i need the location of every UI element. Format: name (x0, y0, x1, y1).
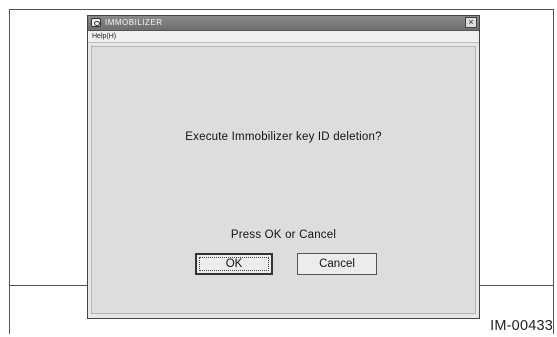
dialog-body: Execute Immobilizer key ID deletion? Pre… (91, 46, 476, 314)
document-frame-top (9, 9, 553, 10)
immobilizer-window: IMMOBILIZER × Help(H) Execute Immobilize… (87, 15, 480, 319)
cancel-button[interactable]: Cancel (297, 253, 377, 275)
window-title: IMMOBILIZER (105, 18, 163, 27)
title-bar[interactable]: IMMOBILIZER × (88, 16, 479, 31)
menu-bar: Help(H) (88, 31, 479, 43)
figure-code: IM-00433 (490, 318, 553, 334)
focus-rectangle (199, 257, 269, 271)
instruction-text: Press OK or Cancel (230, 229, 337, 241)
ok-button[interactable]: OK (195, 253, 273, 275)
menu-item-help[interactable]: Help(H) (92, 31, 116, 42)
app-icon (91, 18, 101, 27)
close-button[interactable]: × (465, 17, 477, 28)
confirmation-message: Execute Immobilizer key ID deletion? (185, 131, 382, 143)
